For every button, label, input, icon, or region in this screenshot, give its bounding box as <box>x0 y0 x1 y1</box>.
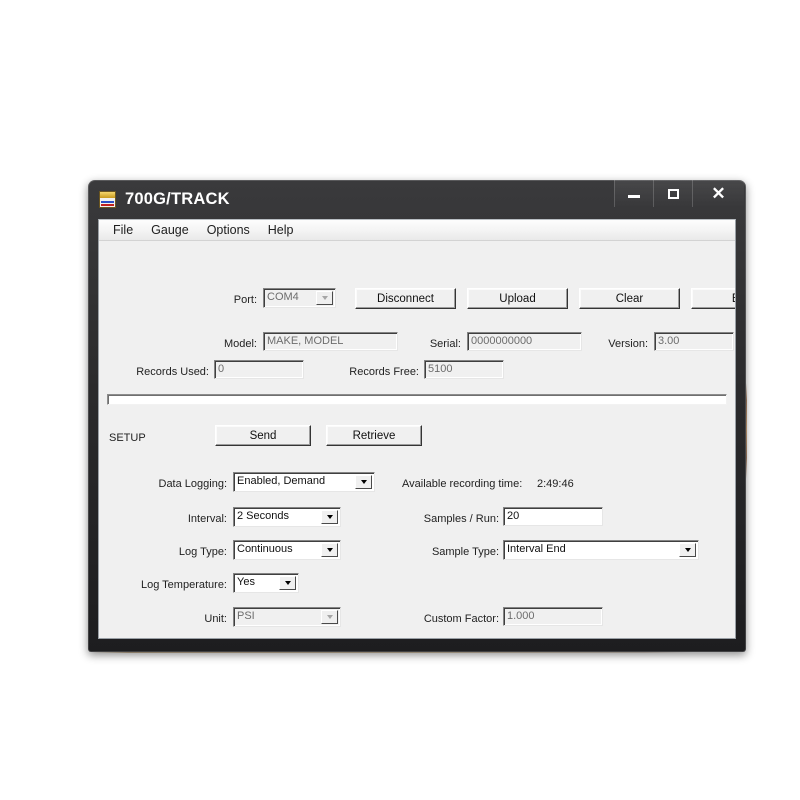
minimize-button[interactable] <box>614 180 653 207</box>
application-window: 700G/TRACK ✕ File Gauge Options Help <box>88 180 746 652</box>
version-label: Version: <box>584 337 648 351</box>
menu-item-gauge[interactable]: Gauge <box>143 222 199 239</box>
unit-label: Unit: <box>169 612 227 626</box>
window-controls: ✕ <box>614 180 744 207</box>
data-logging-select[interactable]: Enabled, Demand <box>233 472 375 492</box>
serial-label: Serial: <box>399 337 461 351</box>
interval-select[interactable]: 2 Seconds <box>233 507 341 527</box>
chevron-down-icon[interactable] <box>321 510 338 524</box>
menu-item-file[interactable]: File <box>105 222 143 239</box>
main-form: Port: COM4 Disconnect Upload Clear Exit … <box>99 241 735 638</box>
model-field[interactable]: MAKE, MODEL <box>263 332 398 351</box>
available-time-label: Available recording time: <box>402 477 522 491</box>
port-label: Port: <box>195 293 257 307</box>
samples-per-run-field[interactable]: 20 <box>503 507 603 526</box>
minimize-icon <box>628 195 640 198</box>
records-used-label: Records Used: <box>104 365 209 379</box>
chevron-down-icon[interactable] <box>355 475 372 489</box>
log-temperature-select[interactable]: Yes <box>233 573 299 593</box>
chevron-down-icon[interactable] <box>321 543 338 557</box>
port-select-value: COM4 <box>267 291 299 303</box>
send-button[interactable]: Send <box>215 425 311 446</box>
close-icon: ✕ <box>711 185 725 202</box>
records-free-label: Records Free: <box>311 365 419 379</box>
log-type-select[interactable]: Continuous <box>233 540 341 560</box>
sample-type-select[interactable]: Interval End <box>503 540 699 560</box>
exit-button[interactable]: Exit <box>691 288 736 309</box>
log-temperature-label: Log Temperature: <box>109 578 227 592</box>
disconnect-button[interactable]: Disconnect <box>355 288 456 309</box>
unit-select[interactable]: PSI <box>233 607 341 627</box>
unit-value: PSI <box>237 610 255 622</box>
menu-item-help[interactable]: Help <box>260 222 304 239</box>
serial-field[interactable]: 0000000000 <box>467 332 582 351</box>
data-logging-label: Data Logging: <box>137 477 227 491</box>
window-client-area: File Gauge Options Help Port: COM4 Disco… <box>98 219 736 639</box>
custom-factor-field[interactable]: 1.000 <box>503 607 603 626</box>
available-time-value: 2:49:46 <box>537 477 574 491</box>
chart-app-icon <box>99 191 116 208</box>
menu-item-options[interactable]: Options <box>199 222 260 239</box>
chevron-down-icon[interactable] <box>316 291 333 305</box>
window-title: 700G/TRACK <box>125 190 230 209</box>
records-used-field[interactable]: 0 <box>214 360 304 379</box>
clear-button[interactable]: Clear <box>579 288 680 309</box>
model-label: Model: <box>183 337 257 351</box>
retrieve-button[interactable]: Retrieve <box>326 425 422 446</box>
desktop-background: 700G/TRACK ✕ File Gauge Options Help <box>0 0 800 800</box>
log-temperature-value: Yes <box>237 576 255 588</box>
chevron-down-icon[interactable] <box>679 543 696 557</box>
maximize-icon <box>668 189 679 199</box>
menu-bar: File Gauge Options Help <box>99 220 735 241</box>
upload-button[interactable]: Upload <box>467 288 568 309</box>
custom-factor-label: Custom Factor: <box>389 612 499 626</box>
transfer-progress-bar <box>107 394 727 405</box>
setup-section-label: SETUP <box>109 431 179 445</box>
samples-per-run-label: Samples / Run: <box>389 512 499 526</box>
sample-type-label: Sample Type: <box>389 545 499 559</box>
records-free-field[interactable]: 5100 <box>424 360 504 379</box>
interval-value: 2 Seconds <box>237 510 289 522</box>
interval-label: Interval: <box>157 512 227 526</box>
version-field[interactable]: 3.00 <box>654 332 734 351</box>
log-type-value: Continuous <box>237 543 293 555</box>
port-select[interactable]: COM4 <box>263 288 336 308</box>
chevron-down-icon[interactable] <box>321 610 338 624</box>
sample-type-value: Interval End <box>507 543 566 555</box>
data-logging-value: Enabled, Demand <box>237 475 325 487</box>
maximize-button[interactable] <box>653 180 692 207</box>
chevron-down-icon[interactable] <box>279 576 296 590</box>
title-bar[interactable]: 700G/TRACK ✕ <box>88 180 746 219</box>
close-button[interactable]: ✕ <box>692 180 744 207</box>
log-type-label: Log Type: <box>157 545 227 559</box>
